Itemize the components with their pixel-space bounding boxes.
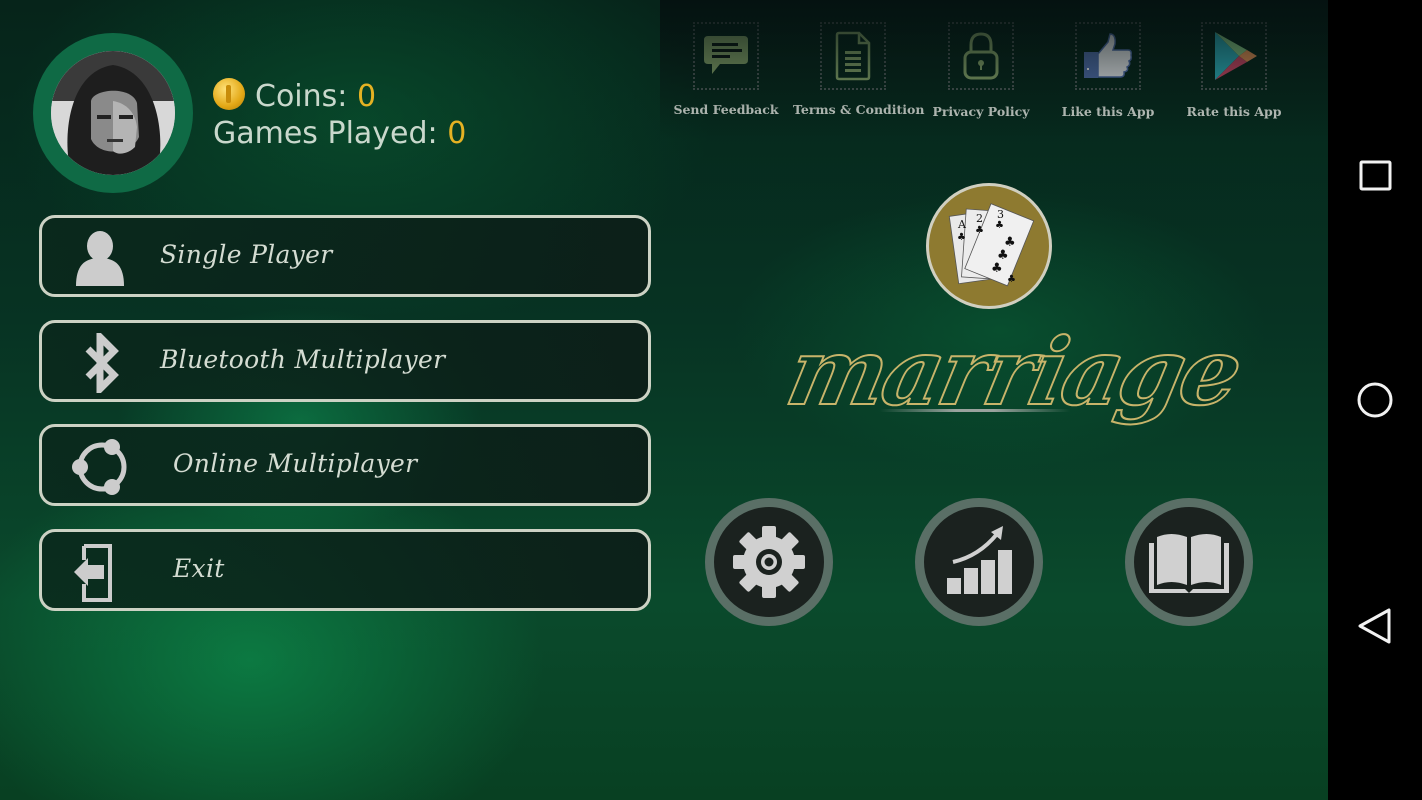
svg-text:♣: ♣ [1007,274,1016,285]
single-player-button[interactable]: Single Player [39,215,651,297]
avatar[interactable] [51,51,175,175]
svg-text:♣: ♣ [991,261,1003,276]
home-circle-icon [1357,382,1393,418]
games-played-label: Games Played: [213,116,448,151]
card-rank-a: A [957,218,967,231]
bluetooth-icon [85,333,119,393]
send-feedback-link[interactable]: Send Feedback [666,22,786,117]
avatar-portrait-icon [51,51,175,175]
avatar-ring[interactable] [33,33,193,193]
recents-button[interactable] [1355,155,1395,195]
chart-growth-icon [947,526,1012,594]
card-rank-2: 2 [976,212,983,225]
privacy-policy-link[interactable]: Privacy Policy [921,22,1041,119]
thumbs-up-icon [1084,33,1132,78]
rate-this-app-label: Rate this App [1186,104,1282,119]
share-network-icon [72,439,127,495]
lock-icon [963,32,999,80]
send-feedback-label: Send Feedback [673,102,779,117]
statistics-button[interactable] [915,498,1043,626]
like-this-app-label: Like this App [1061,104,1155,119]
game-logo-emblem: A 2 3 ♣ ♣ ♣ ♣ ♣ ♣ ♣ [926,183,1052,309]
exit-button[interactable]: Exit [39,529,651,611]
player-stats: Coins: 0 Games Played: 0 [213,78,466,152]
single-player-label: Single Player [160,240,333,269]
gear-icon [733,526,805,598]
exit-icon [74,544,112,602]
exit-label: Exit [173,554,225,583]
play-store-icon [1215,32,1257,80]
games-played-value: 0 [447,116,467,151]
rate-this-app-link[interactable]: Rate this App [1174,22,1294,119]
logo-underline [880,409,1070,412]
svg-text:♣: ♣ [975,225,984,236]
like-this-app-frame [1075,22,1141,90]
coins-label: Coins: [255,79,357,114]
game-main-menu: Coins: 0 Games Played: 0 Single Player B… [0,0,1328,800]
document-icon [835,31,871,81]
online-multiplayer-button[interactable]: Online Multiplayer [39,424,651,506]
send-feedback-frame [693,22,759,90]
recents-square-icon [1359,160,1392,191]
home-button[interactable] [1355,380,1395,420]
settings-button[interactable] [705,498,833,626]
svg-text:♣: ♣ [995,220,1004,231]
coins-value: 0 [356,79,377,114]
online-multiplayer-label: Online Multiplayer [173,449,418,478]
privacy-policy-label: Privacy Policy [932,104,1030,119]
rules-button[interactable] [1125,498,1253,626]
book-icon [1149,534,1229,593]
coin-icon [213,78,245,110]
games-played-row: Games Played: 0 [213,115,466,152]
back-triangle-icon [1358,608,1391,644]
terms-condition-link[interactable]: Terms & Condition [793,22,925,117]
system-navigation-bar [1328,0,1422,800]
bluetooth-multiplayer-button[interactable]: Bluetooth Multiplayer [39,320,651,402]
playing-cards-icon: A 2 3 ♣ ♣ ♣ ♣ ♣ ♣ ♣ [948,203,1035,287]
bluetooth-multiplayer-label: Bluetooth Multiplayer [160,345,446,374]
like-this-app-link[interactable]: Like this App [1048,22,1168,119]
person-icon [76,231,124,286]
coins-row: Coins: 0 [213,78,466,115]
chat-bubble-icon [704,36,748,74]
terms-condition-label: Terms & Condition [793,102,925,117]
back-button[interactable] [1355,606,1395,646]
privacy-policy-frame [948,22,1014,90]
terms-condition-frame [820,22,886,90]
rate-this-app-frame [1201,22,1267,90]
svg-text:♣: ♣ [957,232,966,243]
